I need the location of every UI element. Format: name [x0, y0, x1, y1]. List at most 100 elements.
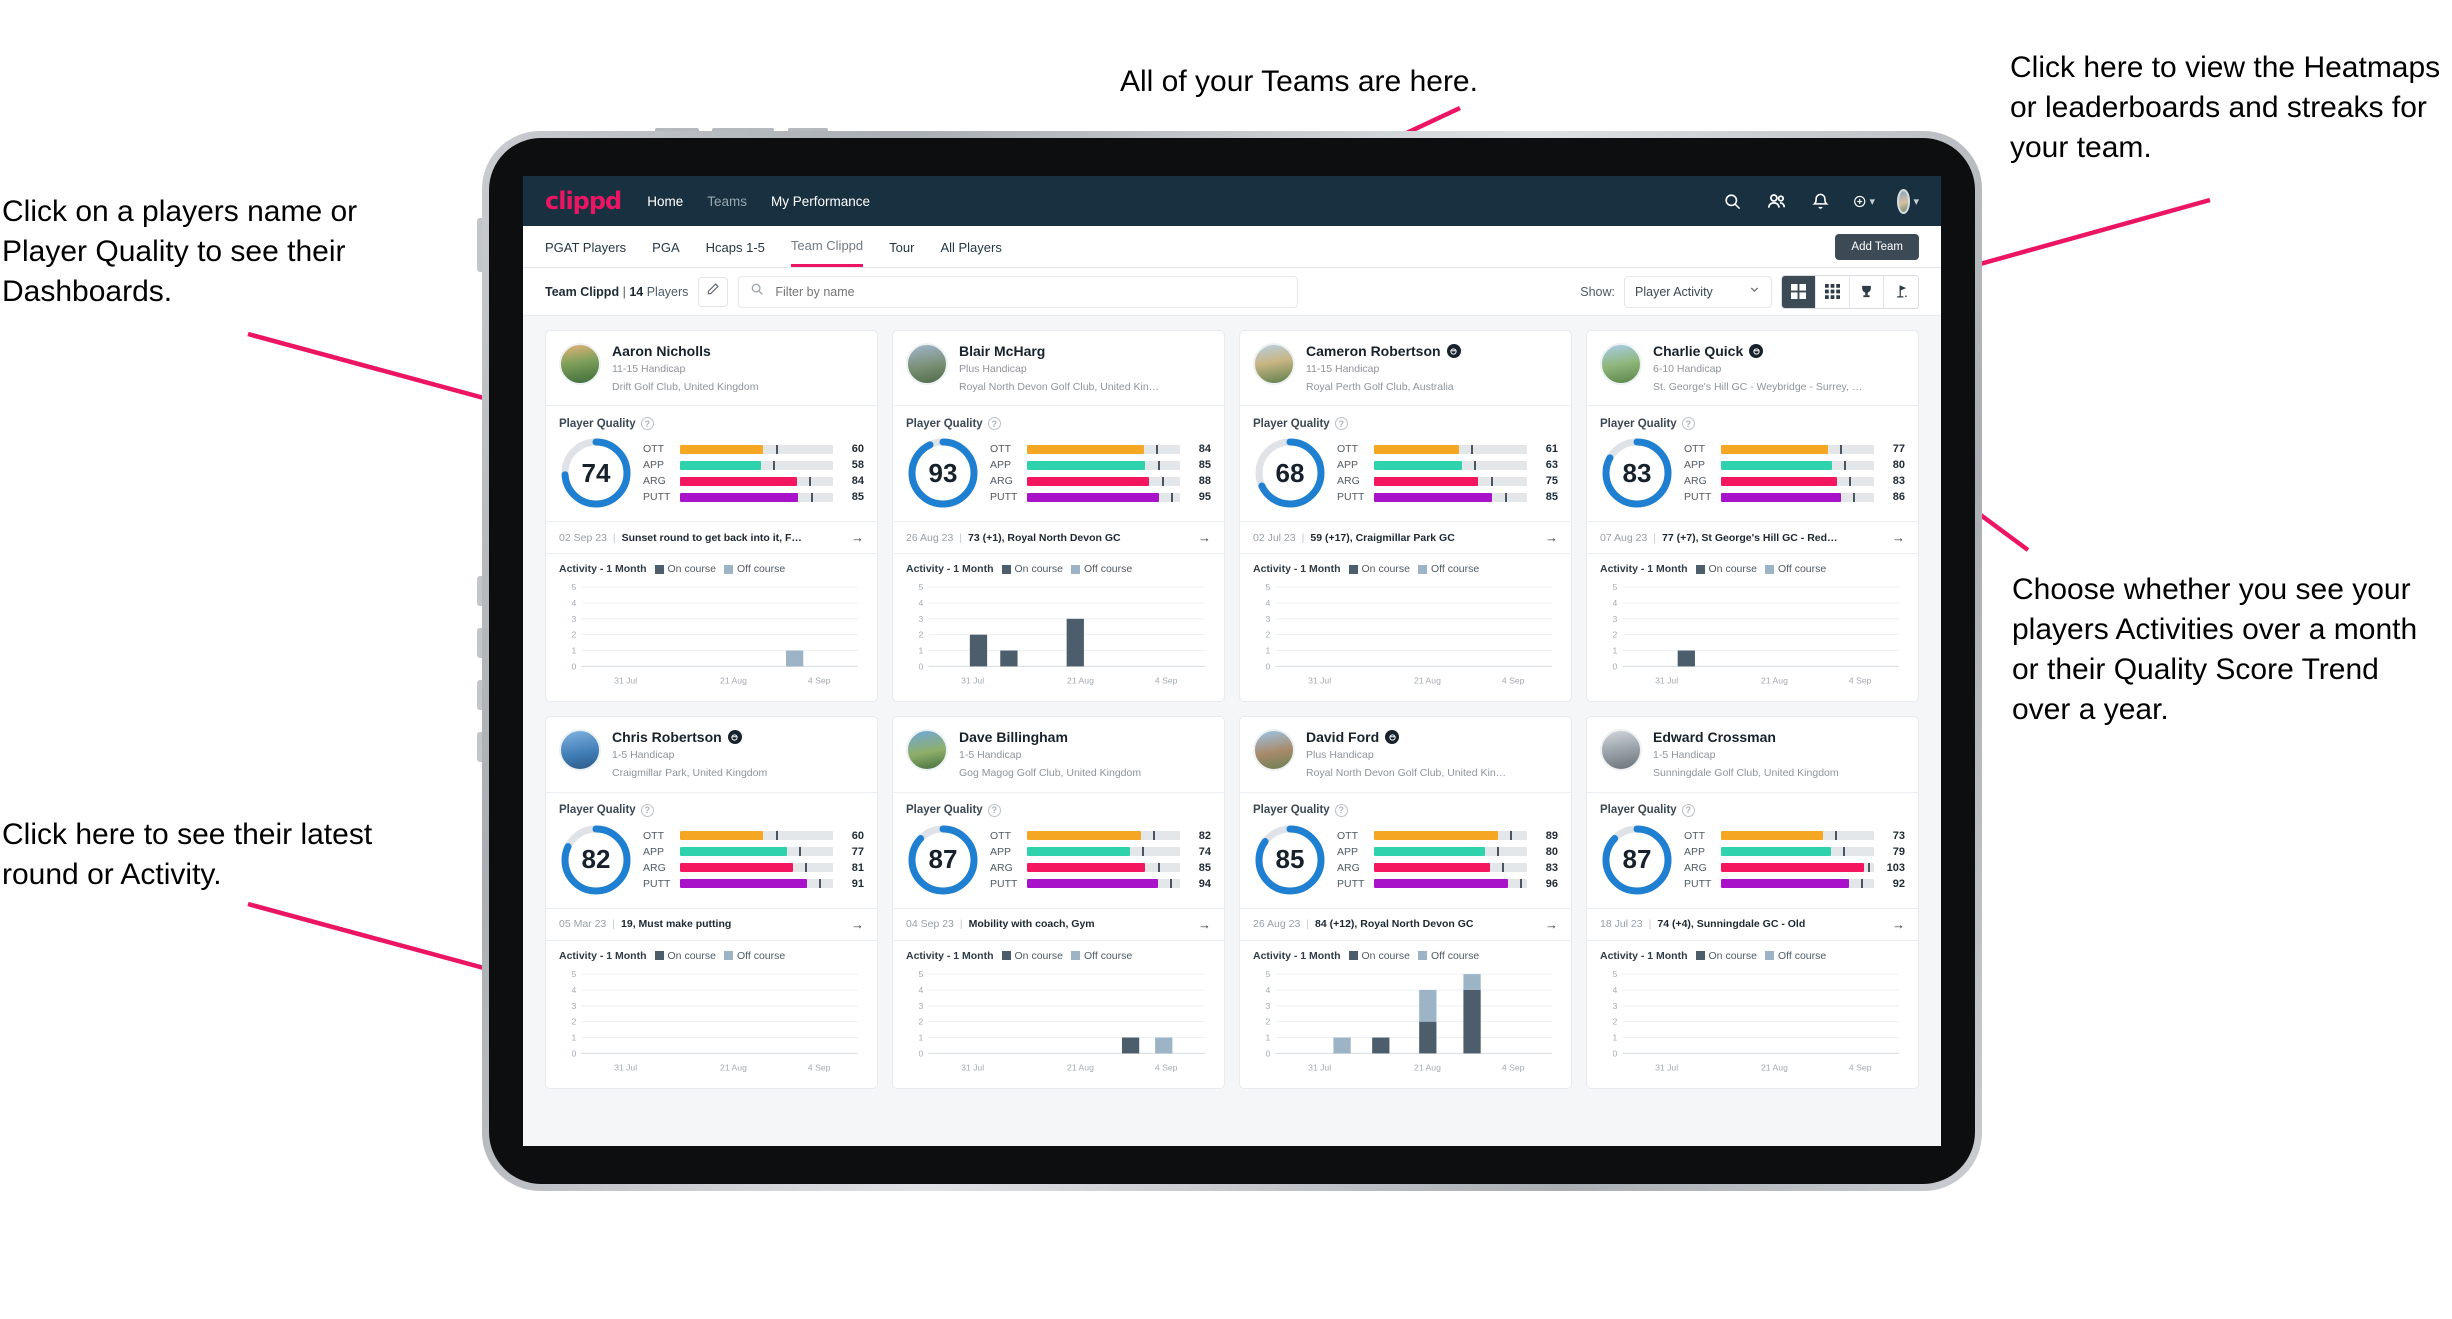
latest-round-row[interactable]: 18 Jul 23 | 74 (+4), Sunningdale GC - Old →	[1587, 907, 1918, 940]
help-icon[interactable]: ?	[987, 803, 1001, 817]
player-name[interactable]: Aaron Nicholls	[612, 343, 758, 359]
quality-score-ring[interactable]: 85	[1253, 823, 1327, 897]
player-avatar[interactable]	[906, 343, 948, 385]
tab-team-clippd[interactable]: Team Clippd	[790, 226, 864, 267]
annotation-player-names: Click on a players name or Player Qualit…	[2, 195, 358, 308]
grid-small-view-button[interactable]	[1816, 275, 1850, 308]
help-icon[interactable]: ?	[1681, 417, 1695, 431]
player-quality-body[interactable]: 87 OTT 82 APP 74 ARG 85 PUTT 94	[893, 817, 1224, 908]
tab-pga[interactable]: PGA	[652, 228, 679, 266]
quality-score-ring[interactable]: 93	[906, 436, 980, 510]
latest-round-row[interactable]: 04 Sep 23 | Mobility with coach, Gym →	[893, 907, 1224, 940]
arrow-right-icon[interactable]: →	[1892, 530, 1905, 545]
search-icon[interactable]	[1721, 190, 1743, 212]
arrow-right-icon[interactable]: →	[1198, 917, 1211, 932]
quality-score-ring[interactable]: 74	[559, 436, 633, 510]
search-container[interactable]	[738, 275, 1299, 308]
player-quality-body[interactable]: 83 OTT 77 APP 80 ARG 83 PUTT 86	[1587, 430, 1918, 521]
arrow-right-icon[interactable]: →	[851, 530, 864, 545]
quality-score-ring[interactable]: 83	[1600, 436, 1674, 510]
player-name[interactable]: Blair McHarg	[959, 343, 1159, 359]
svg-text:1: 1	[571, 646, 576, 656]
tab-pgat-players[interactable]: PGAT Players	[545, 228, 626, 266]
arrow-right-icon[interactable]: →	[1198, 530, 1211, 545]
player-avatar[interactable]	[1600, 343, 1642, 385]
player-club: Craigmillar Park, United Kingdom	[612, 767, 768, 780]
player-quality-body[interactable]: 68 OTT 61 APP 63 ARG 75 PUTT 85	[1240, 430, 1571, 521]
help-icon[interactable]: ?	[640, 803, 654, 817]
player-quality-body[interactable]: 82 OTT 60 APP 77 ARG 81 PUTT 91	[546, 817, 877, 908]
player-avatar[interactable]	[559, 343, 601, 385]
player-name[interactable]: Cameron Robertson	[1306, 343, 1461, 359]
grid-large-view-button[interactable]	[1782, 275, 1816, 308]
help-icon[interactable]: ?	[1334, 803, 1348, 817]
player-card[interactable]: Edward Crossman 1-5 Handicap Sunningdale G…	[1586, 716, 1919, 1089]
tab-tour[interactable]: Tour	[889, 228, 914, 266]
trophy-view-button[interactable]	[1850, 275, 1884, 308]
latest-round-row[interactable]: 02 Jul 23 | 59 (+17), Craigmillar Park GC →	[1240, 521, 1571, 553]
player-card[interactable]: Blair McHarg Plus Handicap Royal North Dev…	[892, 330, 1225, 703]
help-icon[interactable]: ?	[640, 417, 654, 431]
player-avatar[interactable]	[906, 729, 948, 772]
player-quality-body[interactable]: 93 OTT 84 APP 85 ARG 88 PUTT 95	[893, 430, 1224, 521]
latest-round-row[interactable]: 02 Sep 23 | Sunset round to get back into …	[546, 521, 877, 553]
player-handicap: Plus Handicap	[959, 363, 1027, 376]
quality-score-value: 85	[1275, 844, 1305, 875]
player-card[interactable]: David Ford Plus Handicap Royal North Devon…	[1239, 716, 1572, 1089]
player-card[interactable]: Chris Robertson 1-5 Handicap Craigmillar P…	[545, 716, 878, 1089]
show-select[interactable]: Player Activity	[1624, 275, 1772, 308]
arrow-right-icon[interactable]: →	[1545, 917, 1558, 932]
latest-round-row[interactable]: 26 Aug 23 | 84 (+12), Royal North Devon GC…	[1240, 907, 1571, 940]
metric-list: OTT 61 APP 63 ARG 75 PUTT 85	[1337, 443, 1558, 503]
nav-link-my-performance[interactable]: My Performance	[771, 194, 870, 209]
search-input[interactable]	[773, 283, 1287, 300]
player-name[interactable]: Edward Crossman	[1653, 729, 1839, 745]
player-name[interactable]: Chris Robertson	[612, 729, 767, 745]
tab-all-players[interactable]: All Players	[940, 228, 1001, 266]
tab-hcaps-1-5[interactable]: Hcaps 1-5	[706, 228, 765, 266]
help-icon[interactable]: ?	[1681, 803, 1695, 817]
quality-score-value: 87	[1622, 844, 1652, 875]
latest-round-row[interactable]: 07 Aug 23 | 77 (+7), St George's Hill GC -…	[1587, 521, 1918, 553]
latest-round-row[interactable]: 05 Mar 23 | 19, Must make putting →	[546, 907, 877, 940]
activity-chart: 5 4 3 2 1 0 31 Jul 21 Aug 4 Sep	[546, 966, 877, 1088]
quality-score-ring[interactable]: 87	[906, 823, 980, 897]
quality-score-ring[interactable]: 87	[1600, 823, 1674, 897]
metric-row-arg: ARG 88	[990, 475, 1211, 487]
help-icon[interactable]: ?	[1334, 417, 1348, 431]
latest-round-row[interactable]: 26 Aug 23 | 73 (+1), Royal North Devon GC →	[893, 521, 1224, 553]
add-team-button[interactable]: Add Team	[1835, 233, 1919, 260]
player-avatar[interactable]	[559, 729, 601, 772]
edit-team-button[interactable]	[698, 276, 729, 307]
player-card[interactable]: Dave Billingham 1-5 Handicap Gog Magog Gol…	[892, 716, 1225, 1089]
help-icon[interactable]: ?	[987, 417, 1001, 431]
plus-circle-icon[interactable]: ▾	[1853, 190, 1875, 212]
player-card[interactable]: Aaron Nicholls 11-15 Handicap Drift Golf C…	[545, 330, 878, 703]
quality-score-ring[interactable]: 82	[559, 823, 633, 897]
player-card[interactable]: Cameron Robertson 11-15 Handicap Royal Per…	[1239, 330, 1572, 703]
people-icon[interactable]	[1765, 190, 1787, 212]
player-name[interactable]: Charlie Quick	[1653, 343, 1862, 359]
bell-icon[interactable]	[1809, 190, 1831, 212]
nav-link-home[interactable]: Home	[647, 194, 683, 209]
clippd-logo[interactable]: clippd	[545, 187, 622, 215]
player-card[interactable]: Charlie Quick 6-10 Handicap St. George's H…	[1586, 330, 1919, 703]
player-name[interactable]: David Ford	[1306, 729, 1506, 745]
metric-label: APP	[990, 459, 1012, 472]
nav-link-teams[interactable]: Teams	[707, 194, 747, 209]
player-quality-body[interactable]: 74 OTT 60 APP 58 ARG 84 PUTT 85	[546, 430, 877, 521]
arrow-right-icon[interactable]: →	[1545, 530, 1558, 545]
view-toggle-group	[1781, 274, 1919, 309]
player-avatar[interactable]	[1600, 729, 1642, 772]
player-avatar[interactable]	[1253, 729, 1295, 772]
player-avatar[interactable]	[1253, 343, 1295, 385]
player-quality-body[interactable]: 85 OTT 89 APP 80 ARG 83 PUTT 96	[1240, 817, 1571, 908]
quality-score-ring[interactable]: 68	[1253, 436, 1327, 510]
player-quality-body[interactable]: 87 OTT 73 APP 79 ARG 103 PUTT 92	[1587, 817, 1918, 908]
arrow-right-icon[interactable]: →	[1892, 917, 1905, 932]
flag-view-button[interactable]	[1884, 275, 1918, 308]
avatar[interactable]: ▾	[1897, 188, 1919, 214]
metric-row-putt: PUTT 95	[990, 491, 1211, 503]
arrow-right-icon[interactable]: →	[851, 917, 864, 932]
player-name[interactable]: Dave Billingham	[959, 729, 1141, 745]
